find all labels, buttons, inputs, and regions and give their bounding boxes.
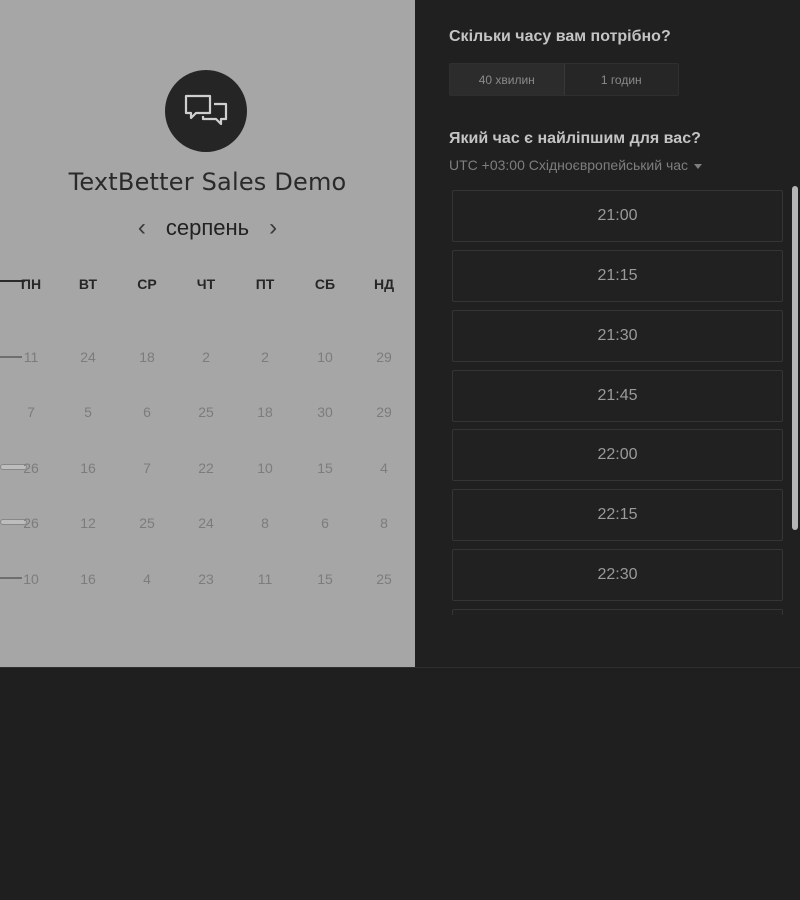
duration-option-1-hour[interactable]: 1 годин [565, 64, 679, 95]
duration-heading: Скільки часу вам потрібно? [449, 28, 671, 45]
calendar-day[interactable]: 29 [364, 397, 404, 427]
company-logo [165, 70, 247, 152]
calendar-day[interactable]: 25 [364, 564, 404, 594]
calendar-day[interactable]: 8 [245, 508, 285, 538]
calendar-day[interactable]: 11 [245, 564, 285, 594]
calendar-week-row: 10 16 4 23 11 15 25 [0, 564, 415, 594]
calendar-week-row: 26 16 7 22 10 15 4 [0, 453, 415, 483]
weekday-mon: ПН [20, 276, 42, 292]
calendar-day[interactable]: 22 [186, 453, 226, 483]
weekday-sun: НД [373, 276, 395, 292]
calendar-day[interactable]: 16 [68, 564, 108, 594]
calendar-day[interactable]: 26 [11, 453, 51, 483]
chat-bubbles-icon [184, 94, 228, 126]
time-slot[interactable]: 21:30 [452, 310, 783, 362]
calendar-day[interactable]: 10 [245, 453, 285, 483]
weekday-fri: ПТ [255, 276, 275, 292]
duration-option-40-min[interactable]: 40 хвилин [450, 64, 565, 95]
calendar-day[interactable]: 30 [305, 397, 345, 427]
time-slot[interactable]: 22:30 [452, 549, 783, 601]
calendar-day[interactable]: 26 [11, 508, 51, 538]
calendar-day[interactable]: 24 [186, 508, 226, 538]
calendar-day[interactable]: 7 [11, 397, 51, 427]
calendar-day[interactable]: 29 [364, 342, 404, 372]
time-heading: Який час є найліпшим для вас? [449, 130, 701, 147]
calendar-day[interactable]: 12 [68, 508, 108, 538]
calendar-day[interactable]: 23 [186, 564, 226, 594]
time-slot[interactable]: 21:15 [452, 250, 783, 302]
calendar-week-row: 7 5 6 25 18 30 29 [0, 397, 415, 427]
footer-area [0, 667, 800, 900]
time-slot[interactable]: 21:00 [452, 190, 783, 242]
calendar-day[interactable]: 16 [68, 453, 108, 483]
weekday-thu: ЧТ [196, 276, 216, 292]
calendar-day[interactable]: 2 [245, 342, 285, 372]
calendar-day[interactable]: 18 [245, 397, 285, 427]
calendar-day[interactable]: 6 [305, 508, 345, 538]
calendar-day[interactable]: 15 [305, 564, 345, 594]
calendar-day[interactable]: 15 [305, 453, 345, 483]
duration-toggle: 40 хвилин 1 годин [449, 63, 679, 96]
calendar-week-row: 11 24 18 2 2 10 29 [0, 342, 415, 372]
time-slot[interactable] [452, 609, 783, 615]
time-slot[interactable]: 21:45 [452, 370, 783, 422]
month-label: серпень [165, 215, 250, 240]
calendar-panel: TextBetter Sales Demo ‹ серпень › ПН ВТ … [0, 0, 415, 667]
calendar-day[interactable]: 4 [364, 453, 404, 483]
calendar-day[interactable]: 8 [364, 508, 404, 538]
chevron-left-icon[interactable]: ‹ [132, 216, 152, 240]
weekday-sat: СБ [314, 276, 336, 292]
calendar-day[interactable]: 25 [186, 397, 226, 427]
calendar-day[interactable]: 10 [11, 564, 51, 594]
timezone-selector[interactable]: UTC +03:00 Східноєвропейський час [449, 157, 703, 173]
calendar-day[interactable]: 4 [127, 564, 167, 594]
calendar-day[interactable]: 6 [127, 397, 167, 427]
calendar-day[interactable]: 24 [68, 342, 108, 372]
time-slot[interactable]: 22:00 [452, 429, 783, 481]
calendar-day[interactable]: 11 [11, 342, 51, 372]
calendar-week-row: 26 12 25 24 8 6 8 [0, 508, 415, 538]
slot-list-scrollbar[interactable] [792, 186, 798, 530]
caret-down-icon [694, 163, 703, 169]
calendar-day[interactable]: 25 [127, 508, 167, 538]
month-navigation: ‹ серпень › [0, 212, 415, 244]
calendar-day[interactable]: 10 [305, 342, 345, 372]
weekday-tue: ВТ [78, 276, 98, 292]
calendar-day[interactable]: 18 [127, 342, 167, 372]
calendar-day[interactable]: 2 [186, 342, 226, 372]
weekday-wed: СР [137, 276, 157, 292]
company-title: TextBetter Sales Demo [68, 168, 347, 196]
calendar-day[interactable]: 5 [68, 397, 108, 427]
time-slot[interactable]: 22:15 [452, 489, 783, 541]
calendar-day[interactable]: 7 [127, 453, 167, 483]
time-slot-list: 21:00 21:15 21:30 21:45 22:00 22:15 22:3… [452, 190, 785, 615]
weekday-header: ПН ВТ СР ЧТ ПТ СБ НД [0, 276, 415, 296]
scheduling-panel: Скільки часу вам потрібно? 40 хвилин 1 г… [415, 0, 800, 667]
chevron-right-icon[interactable]: › [263, 216, 283, 240]
timezone-label: UTC +03:00 Східноєвропейський час [449, 157, 689, 173]
